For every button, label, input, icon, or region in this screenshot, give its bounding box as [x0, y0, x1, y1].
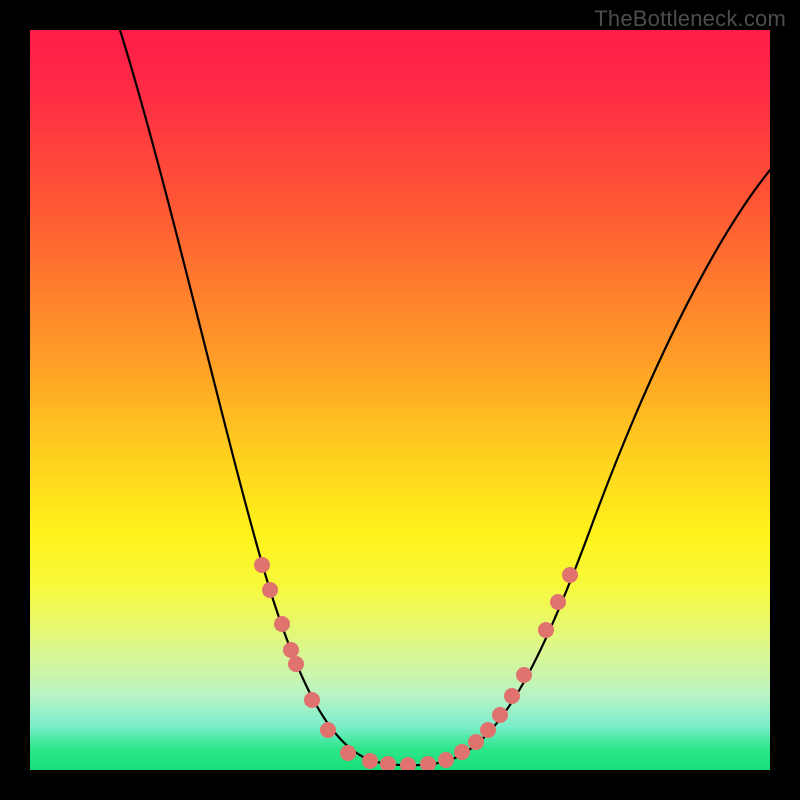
- plot-area: [30, 30, 770, 770]
- marker-bottom-3: [420, 756, 436, 770]
- marker-left-3: [283, 642, 299, 658]
- marker-right-8: [562, 567, 578, 583]
- marker-right-5: [516, 667, 532, 683]
- marker-right-4: [504, 688, 520, 704]
- marker-bottom-2: [400, 757, 416, 770]
- marker-right-1: [468, 734, 484, 750]
- marker-left-7: [340, 745, 356, 761]
- marker-right-3: [492, 707, 508, 723]
- marker-left-1: [262, 582, 278, 598]
- marker-bottom-4: [438, 752, 454, 768]
- marker-left-0: [254, 557, 270, 573]
- marker-left-5: [304, 692, 320, 708]
- curve-layer: [30, 30, 770, 770]
- marker-left-6: [320, 722, 336, 738]
- marker-left-2: [274, 616, 290, 632]
- marker-right-0: [454, 744, 470, 760]
- marker-bottom-1: [380, 756, 396, 770]
- bottleneck-curve: [120, 30, 770, 765]
- marker-group: [254, 557, 578, 770]
- marker-left-4: [288, 656, 304, 672]
- marker-right-7: [550, 594, 566, 610]
- chart-frame: TheBottleneck.com: [0, 0, 800, 800]
- watermark-text: TheBottleneck.com: [594, 6, 786, 32]
- marker-right-2: [480, 722, 496, 738]
- marker-bottom-0: [362, 753, 378, 769]
- marker-right-6: [538, 622, 554, 638]
